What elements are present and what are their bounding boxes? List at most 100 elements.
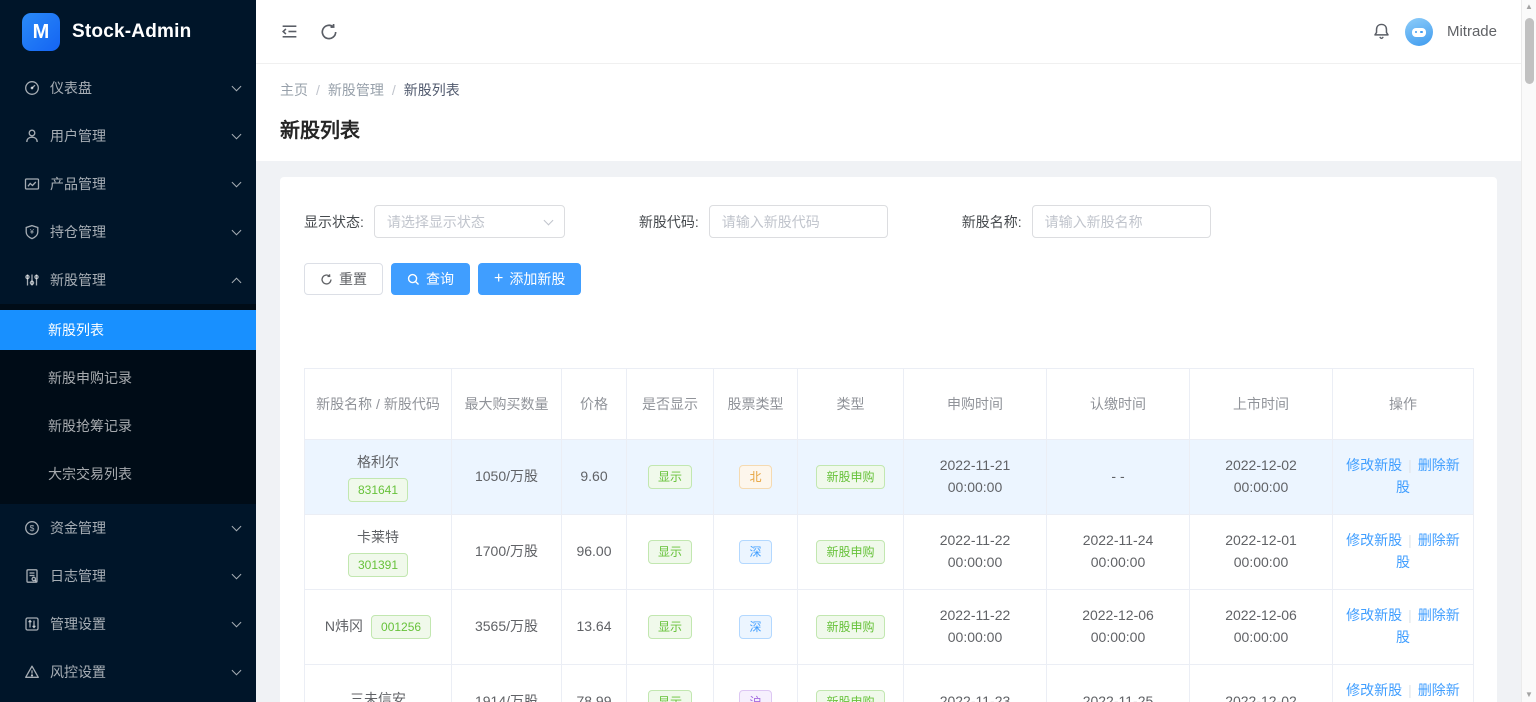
sidebar-item-new-stock-list[interactable]: 新股列表	[0, 310, 256, 350]
delete-stock-link[interactable]: 删除新股	[1396, 607, 1460, 645]
column-header: 认缴时间	[1047, 369, 1190, 440]
cell-apply-time: 2022-11-21 00:00:00	[904, 440, 1047, 515]
cell-type: 新股申购	[798, 665, 904, 702]
cell-stock-type: 沪	[714, 665, 798, 702]
filter-bar: 显示状态: 请选择显示状态 新股代码: 新股名称:	[304, 205, 1473, 238]
new-stock-submenu: 新股列表 新股申购记录 新股抢筹记录 大宗交易列表	[0, 304, 256, 504]
query-button[interactable]: 查询	[391, 263, 470, 295]
cell-actions: 修改新股|删除新股	[1333, 515, 1474, 590]
breadcrumb-home[interactable]: 主页	[280, 80, 308, 100]
cell-type: 新股申购	[798, 440, 904, 515]
notifications-bell-icon[interactable]	[1372, 22, 1391, 41]
stock-name: N炜冈	[325, 618, 363, 634]
type-tag: 新股申购	[816, 615, 884, 639]
sidebar-item-subscription-records[interactable]: 新股申购记录	[0, 354, 256, 402]
chevron-down-icon	[232, 521, 242, 531]
cell-name-code: 卡莱特 301391	[305, 515, 452, 590]
delete-stock-link[interactable]: 删除新股	[1396, 682, 1460, 702]
column-header: 最大购买数量	[452, 369, 562, 440]
action-separator: |	[1408, 607, 1412, 623]
scrollbar-thumb[interactable]	[1525, 18, 1534, 84]
sidebar-item-block-trade-list[interactable]: 大宗交易列表	[0, 450, 256, 498]
cell-price: 78.99	[562, 665, 627, 702]
page-title: 新股列表	[280, 114, 1497, 143]
cell-visible: 显示	[627, 665, 714, 702]
cell-max-buy: 1700/万股	[452, 515, 562, 590]
sidebar-item-funds[interactable]: $ 资金管理	[0, 504, 256, 552]
cell-visible: 显示	[627, 440, 714, 515]
sidebar: M Stock-Admin 仪表盘 用户管理 产品管理 ¥ 持仓管理 新股	[0, 0, 256, 702]
sidebar-item-dashboard[interactable]: 仪表盘	[0, 64, 256, 112]
breadcrumb-separator: /	[392, 82, 396, 98]
sidebar-item-new-stock[interactable]: 新股管理	[0, 256, 256, 304]
name-filter-input[interactable]	[1045, 214, 1198, 230]
reset-button[interactable]: 重置	[304, 263, 383, 295]
stock-type-tag: 深	[739, 615, 771, 639]
cell-apply-time: 2022-11-22 00:00:00	[904, 590, 1047, 665]
action-buttons: 重置 查询 + 添加新股	[304, 263, 1473, 295]
breadcrumb-new-stock-mgmt[interactable]: 新股管理	[328, 80, 384, 100]
delete-stock-link[interactable]: 删除新股	[1396, 532, 1460, 570]
stock-type-tag: 沪	[739, 690, 771, 702]
stock-name: 格利尔	[315, 452, 441, 474]
scroll-up-icon[interactable]: ▲	[1522, 0, 1536, 14]
status-filter-select[interactable]: 请选择显示状态	[374, 205, 565, 238]
stock-name: 三未信安	[315, 689, 441, 702]
cell-stock-type: 深	[714, 590, 798, 665]
edit-stock-link[interactable]: 修改新股	[1346, 532, 1402, 548]
cell-type: 新股申购	[798, 515, 904, 590]
sidebar-collapse-icon[interactable]	[280, 22, 299, 41]
code-filter-input[interactable]	[722, 214, 875, 230]
app-title: Stock-Admin	[72, 21, 191, 43]
status-filter-placeholder: 请选择显示状态	[387, 212, 485, 232]
vertical-scrollbar[interactable]: ▲ ▼	[1521, 0, 1536, 702]
column-header: 申购时间	[904, 369, 1047, 440]
topbar: Mitrade	[256, 0, 1521, 64]
sidebar-item-positions[interactable]: ¥ 持仓管理	[0, 208, 256, 256]
refresh-icon[interactable]	[319, 22, 339, 42]
user-avatar[interactable]	[1405, 18, 1433, 46]
svg-text:¥: ¥	[30, 229, 34, 236]
stock-name: 卡莱特	[315, 527, 441, 549]
delete-stock-link[interactable]: 删除新股	[1396, 457, 1460, 495]
cell-price: 13.64	[562, 590, 627, 665]
sidebar-item-users[interactable]: 用户管理	[0, 112, 256, 160]
column-header: 新股名称 / 新股代码	[305, 369, 452, 440]
svg-text:$: $	[30, 523, 35, 533]
edit-stock-link[interactable]: 修改新股	[1346, 457, 1402, 473]
add-new-stock-button[interactable]: + 添加新股	[478, 263, 581, 295]
visible-tag: 显示	[648, 690, 692, 702]
table-body: 格利尔8316411050/万股9.60显示北新股申购2022-11-21 00…	[305, 440, 1474, 702]
page-content: 显示状态: 请选择显示状态 新股代码: 新股名称:	[256, 161, 1521, 702]
chevron-down-icon	[232, 225, 242, 235]
type-tag: 新股申购	[816, 690, 884, 702]
visible-tag: 显示	[648, 615, 692, 639]
cell-pay-time: 2022-12-06 00:00:00	[1047, 590, 1190, 665]
chevron-down-icon	[232, 665, 242, 675]
sidebar-item-admin-settings[interactable]: 管理设置	[0, 600, 256, 648]
edit-stock-link[interactable]: 修改新股	[1346, 607, 1402, 623]
status-filter-label: 显示状态:	[304, 212, 364, 232]
funds-icon: $	[24, 520, 40, 536]
scroll-down-icon[interactable]: ▼	[1522, 688, 1536, 702]
cell-list-time: 2022-12-02	[1190, 665, 1333, 702]
column-header: 股票类型	[714, 369, 798, 440]
stock-code-badge: 301391	[348, 553, 408, 577]
chevron-down-icon	[232, 81, 242, 91]
sidebar-item-grab-records[interactable]: 新股抢筹记录	[0, 402, 256, 450]
chevron-down-icon	[543, 215, 553, 225]
cell-list-time: 2022-12-01 00:00:00	[1190, 515, 1333, 590]
position-icon: ¥	[24, 224, 40, 240]
stock-code-badge: 831641	[348, 478, 408, 502]
action-separator: |	[1408, 682, 1412, 698]
sidebar-item-risk-settings[interactable]: 风控设置	[0, 648, 256, 696]
sidebar-item-logs[interactable]: 日志管理	[0, 552, 256, 600]
chevron-up-icon	[232, 277, 242, 287]
username[interactable]: Mitrade	[1447, 23, 1497, 40]
cell-pay-time: 2022-11-24 00:00:00	[1047, 515, 1190, 590]
edit-stock-link[interactable]: 修改新股	[1346, 682, 1402, 698]
cell-actions: 修改新股 |删除新股	[1333, 590, 1474, 665]
column-header: 上市时间	[1190, 369, 1333, 440]
column-header: 是否显示	[627, 369, 714, 440]
sidebar-item-products[interactable]: 产品管理	[0, 160, 256, 208]
